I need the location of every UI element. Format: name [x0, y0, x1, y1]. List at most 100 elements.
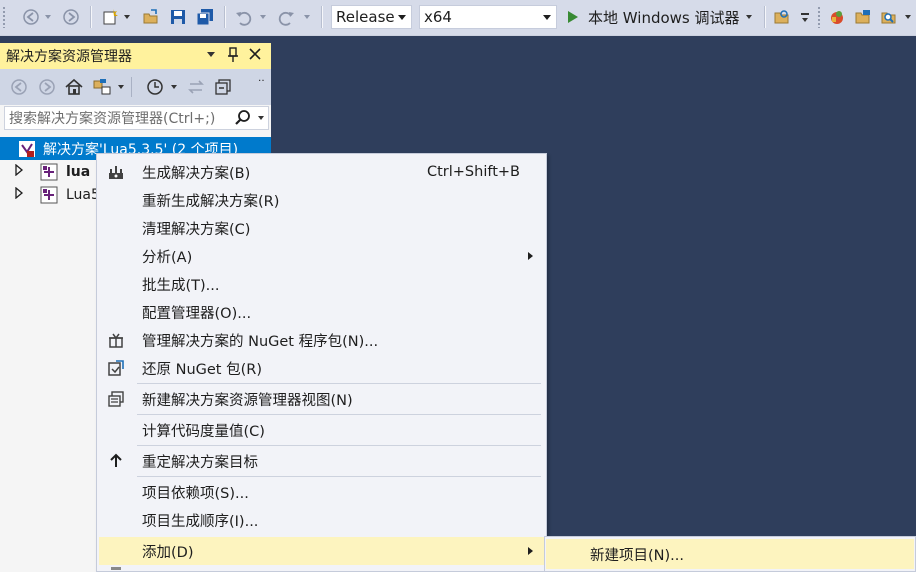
toolbar-grip[interactable]	[2, 6, 6, 28]
toolbar-overflow-icon[interactable]: ‥	[258, 73, 265, 84]
menu-item-label: 添加(D)	[142, 544, 194, 561]
menu-item-label: 新建解决方案资源管理器视图(N)	[142, 392, 353, 409]
search-placeholder: 搜索解决方案资源管理器(Ctrl+;)	[9, 111, 216, 127]
menu-item-build-solution[interactable]: 生成解决方案(B) Ctrl+Shift+B	[97, 158, 546, 186]
solution-context-menu: 生成解决方案(B) Ctrl+Shift+B 重新生成解决方案(R) 清理解决方…	[96, 153, 547, 572]
cpp-project-icon	[40, 186, 58, 208]
cpp-project-icon	[40, 163, 58, 185]
find-in-files-icon[interactable]	[770, 6, 794, 28]
solution-platform-dropdown[interactable]: x64	[419, 5, 557, 29]
menu-item-restore-nuget[interactable]: 还原 NuGet 包(R)	[97, 354, 546, 382]
submenu-arrow-icon	[528, 547, 533, 555]
undo-icon[interactable]	[232, 6, 254, 28]
tree-item-label: Lua5	[66, 186, 100, 203]
toolbar-grip[interactable]	[817, 6, 821, 28]
solution-icon	[18, 140, 36, 162]
menu-item-new-project[interactable]: 新建项目(N)...	[546, 539, 914, 569]
menu-item-analyze[interactable]: 分析(A)	[97, 242, 546, 270]
search-icon[interactable]	[234, 109, 252, 131]
menu-separator	[137, 476, 541, 477]
menu-item-project-dependencies[interactable]: 项目依赖项(S)...	[97, 478, 546, 506]
menu-separator	[137, 383, 541, 384]
toolbar-separator	[764, 6, 766, 28]
toolbar-separator	[224, 6, 226, 28]
menu-item-label: 还原 NuGet 包(R)	[142, 361, 262, 378]
forward-icon[interactable]	[60, 6, 82, 28]
menu-item-shortcut: Ctrl+Shift+B	[426, 164, 520, 180]
configuration-value: Release	[336, 8, 395, 26]
new-view-icon	[107, 390, 125, 408]
close-icon[interactable]	[248, 47, 262, 65]
redo-icon[interactable]	[276, 6, 298, 28]
save-icon[interactable]	[167, 6, 189, 28]
restore-icon	[107, 359, 125, 377]
redo-dropdown-icon[interactable]	[301, 6, 313, 28]
chevron-down-icon	[745, 15, 752, 19]
sync-with-active-document-icon[interactable]	[186, 77, 206, 101]
run-label: 本地 Windows 调试器	[588, 8, 740, 27]
nuget-package-icon	[107, 331, 125, 349]
menu-item-code-metrics[interactable]: 计算代码度量值(C)	[97, 416, 546, 444]
panel-menu-icon[interactable]	[207, 52, 215, 57]
menu-item-clean-solution[interactable]: 清理解决方案(C)	[97, 214, 546, 242]
toolbar-separator	[90, 6, 92, 28]
pending-changes-filter-icon[interactable]	[145, 77, 165, 101]
expand-arrow-icon[interactable]	[14, 163, 24, 180]
play-icon	[568, 11, 578, 23]
solution-explorer-toolbar: ‥	[0, 69, 271, 105]
switch-views-dropdown-icon[interactable]	[118, 85, 124, 89]
menu-item-batch-build[interactable]: 批生成(T)...	[97, 270, 546, 298]
add-submenu: 新建项目(N)...	[544, 536, 916, 572]
menu-scroll-hint	[111, 567, 121, 570]
chevron-down-icon	[398, 15, 406, 20]
toolbar-separator	[321, 6, 323, 28]
toolbar-overflow-icon[interactable]	[798, 6, 812, 28]
menu-item-label: 计算代码度量值(C)	[142, 423, 265, 440]
back-icon[interactable]	[20, 6, 42, 28]
menu-item-label: 新建项目(N)...	[590, 547, 684, 564]
build-icon	[107, 163, 125, 181]
menu-separator	[137, 445, 541, 446]
menu-item-label: 项目生成顺序(I)...	[142, 513, 259, 530]
platform-value: x64	[424, 8, 452, 26]
toolbar-separator	[131, 77, 132, 97]
diagnostics-icon[interactable]	[826, 6, 848, 28]
collapse-all-icon[interactable]	[213, 77, 233, 101]
search-folder-icon[interactable]	[878, 6, 900, 28]
menu-item-rebuild-solution[interactable]: 重新生成解决方案(R)	[97, 186, 546, 214]
back-dropdown-icon[interactable]	[42, 6, 54, 28]
menu-item-retarget-solution[interactable]: 重定解决方案目标	[97, 447, 546, 475]
tree-item-label: lua	[66, 163, 91, 180]
menu-item-configuration-manager[interactable]: 配置管理器(O)...	[97, 298, 546, 326]
main-toolbar: Release x64 本地 Windows 调试器	[0, 0, 916, 36]
solution-explorer-titlebar: 解决方案资源管理器	[0, 43, 271, 69]
search-options-icon[interactable]	[258, 116, 264, 120]
toolbar-more-icon[interactable]	[902, 6, 914, 28]
menu-item-label: 配置管理器(O)...	[142, 305, 252, 322]
menu-item-label: 管理解决方案的 NuGet 程序包(N)...	[142, 333, 379, 350]
new-dropdown-icon[interactable]	[121, 6, 133, 28]
start-debugging-button[interactable]: 本地 Windows 调试器	[566, 6, 762, 28]
menu-item-add[interactable]: 添加(D)	[99, 537, 544, 565]
menu-item-label: 生成解决方案(B)	[142, 165, 251, 182]
open-file-icon[interactable]	[140, 6, 162, 28]
pin-icon[interactable]	[226, 46, 240, 68]
up-arrow-icon	[107, 452, 125, 470]
save-all-icon[interactable]	[194, 6, 216, 28]
switch-views-icon[interactable]	[92, 77, 112, 101]
forward-icon[interactable]	[38, 78, 56, 100]
open-folder-icon[interactable]	[852, 6, 874, 28]
menu-item-label: 分析(A)	[142, 249, 193, 266]
new-project-icon[interactable]	[99, 6, 121, 28]
solution-configuration-dropdown[interactable]: Release	[331, 5, 412, 29]
menu-item-project-build-order[interactable]: 项目生成顺序(I)...	[97, 506, 546, 534]
menu-item-new-explorer-view[interactable]: 新建解决方案资源管理器视图(N)	[97, 385, 546, 413]
back-icon[interactable]	[10, 78, 28, 100]
chevron-down-icon	[543, 15, 551, 20]
undo-dropdown-icon[interactable]	[257, 6, 269, 28]
home-icon[interactable]	[64, 77, 84, 101]
filter-dropdown-icon[interactable]	[171, 85, 177, 89]
solution-search-field[interactable]: 搜索解决方案资源管理器(Ctrl+;)	[4, 106, 269, 130]
menu-item-manage-nuget[interactable]: 管理解决方案的 NuGet 程序包(N)...	[97, 326, 546, 354]
expand-arrow-icon[interactable]	[14, 186, 24, 203]
